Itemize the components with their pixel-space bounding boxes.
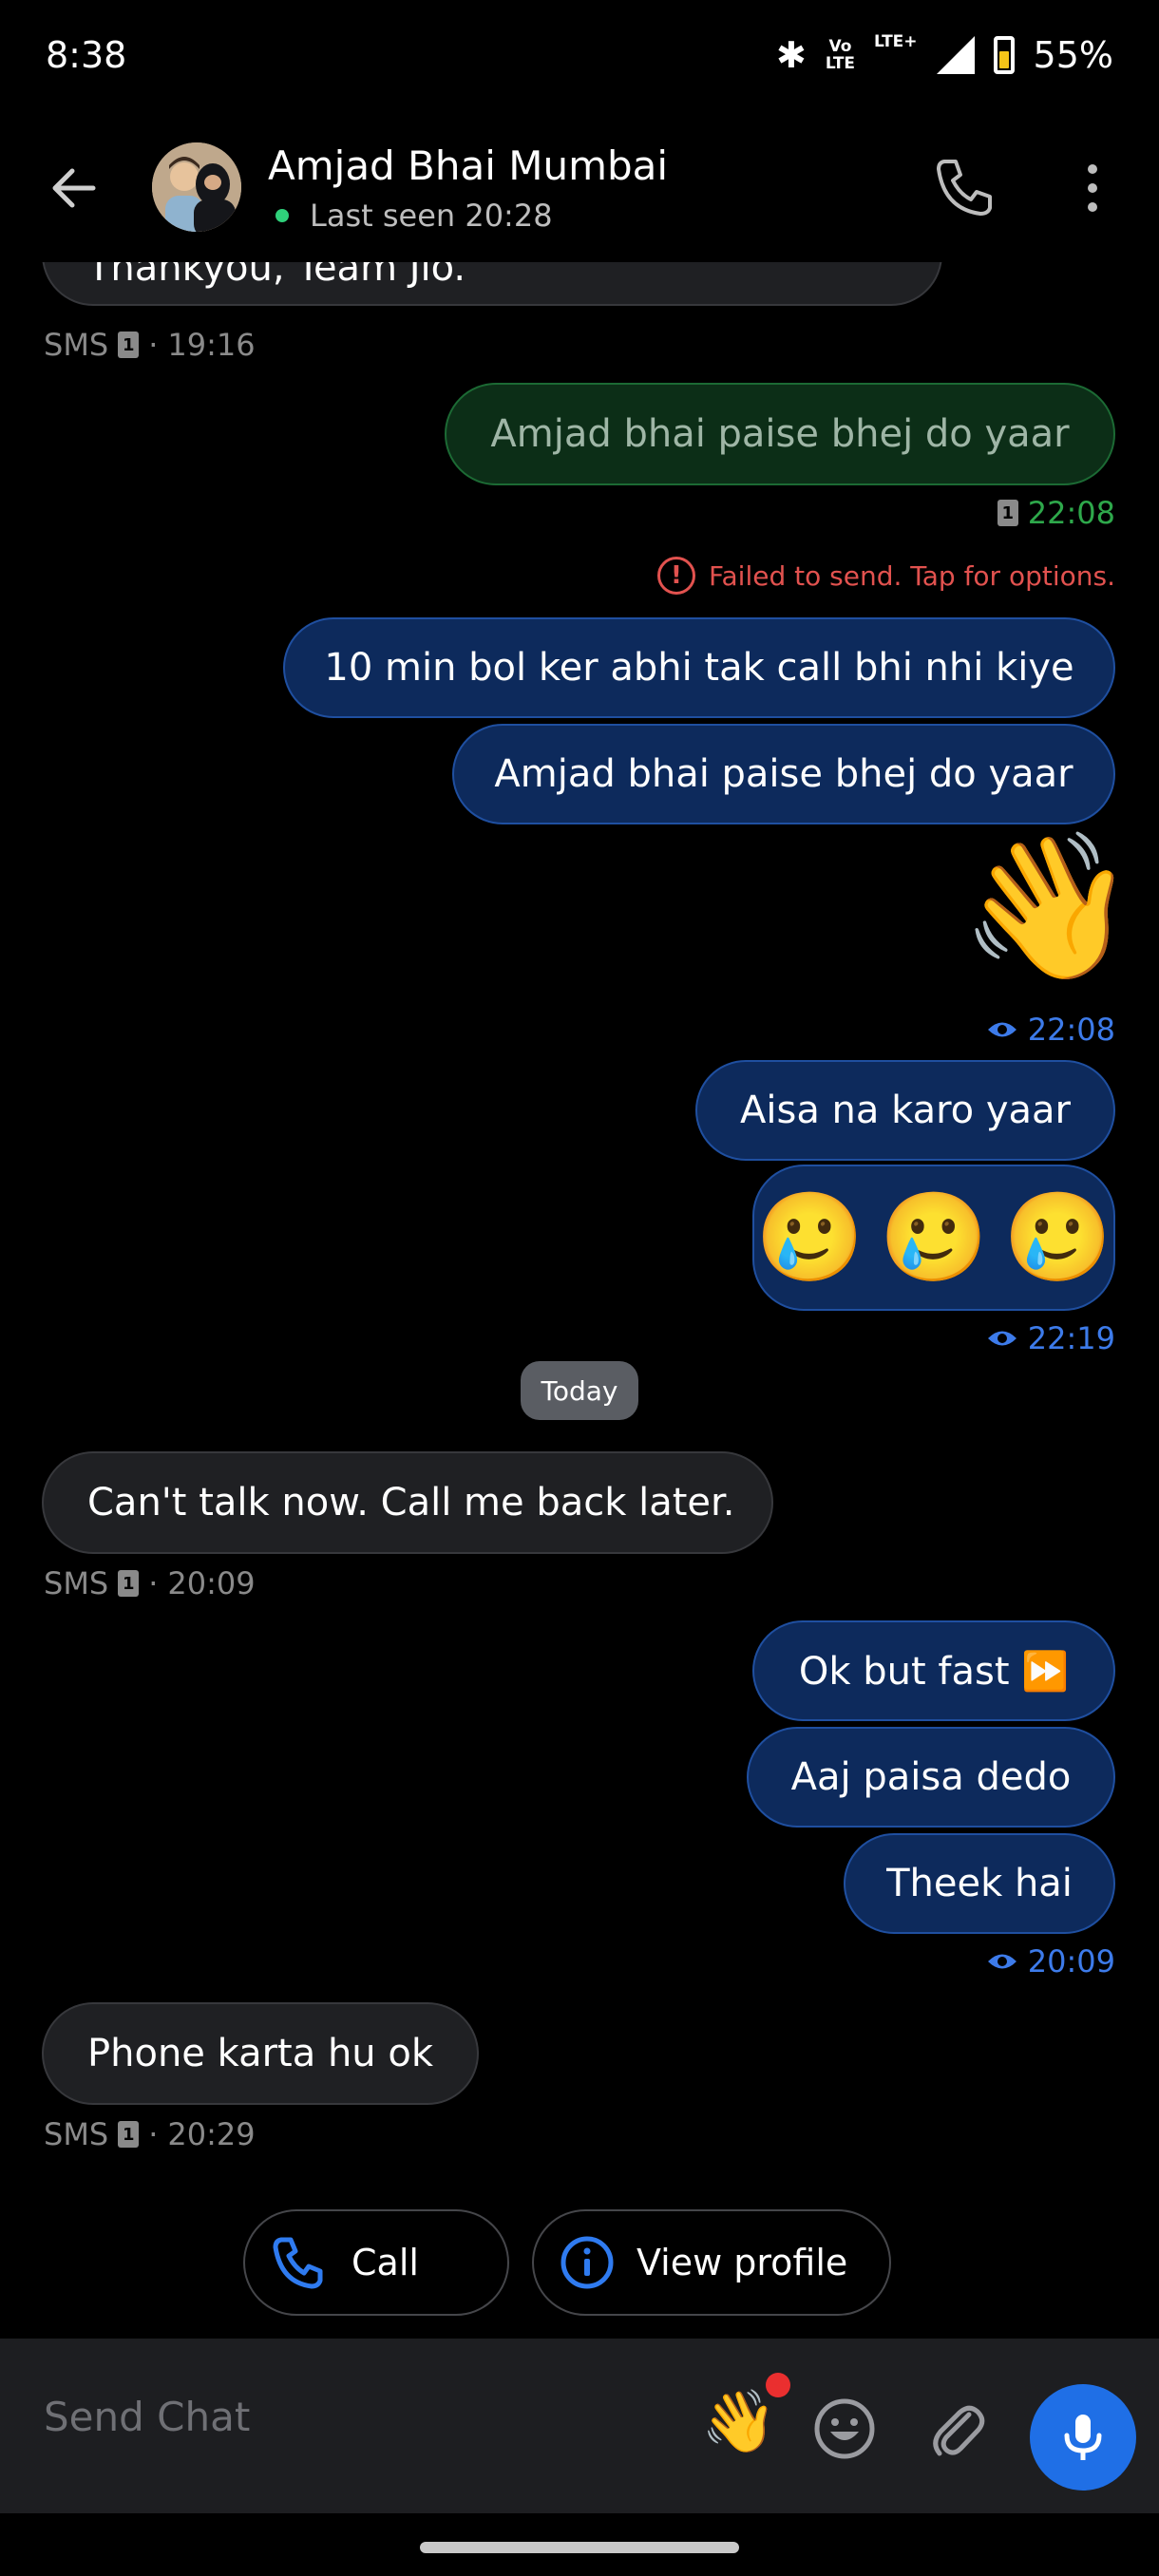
message-text: Thankyou, Team Jio.	[87, 262, 466, 290]
call-label: Call	[352, 2242, 419, 2283]
signal-icon	[936, 36, 975, 74]
incoming-message[interactable]: Thankyou, Team Jio.	[42, 262, 942, 306]
chat-header: Amjad Bhai Mumbai Last seen 20:28	[0, 114, 1159, 262]
message-meta: SMS 1 · 19:16	[44, 327, 256, 363]
outgoing-message[interactable]: Ok but fast ⏩	[752, 1620, 1115, 1721]
view-profile-label: View profile	[636, 2242, 848, 2283]
message-meta: SMS 1 · 20:09	[44, 1565, 256, 1601]
message-time: 20:09	[1027, 1943, 1115, 1979]
incoming-message[interactable]: Can't talk now. Call me back later.	[42, 1451, 773, 1554]
incoming-message[interactable]: Phone karta hu ok	[42, 2002, 479, 2105]
presence-dot	[276, 209, 289, 222]
notification-dot	[766, 2373, 790, 2397]
composer-bar: Send Chat 👋	[0, 2339, 1159, 2513]
status-icons: ✱ Vo LTE LTE+ 55%	[776, 32, 1113, 78]
sms-label: SMS	[44, 2116, 109, 2152]
message-meta: 20:09	[986, 1943, 1115, 1979]
phone-call-icon[interactable]	[931, 154, 998, 220]
contact-name[interactable]: Amjad Bhai Mumbai	[268, 142, 668, 189]
emoji: 🥲	[755, 1186, 864, 1288]
info-icon	[560, 2236, 614, 2289]
view-profile-button[interactable]: View profile	[532, 2209, 891, 2316]
message-time: 22:08	[1027, 1012, 1115, 1048]
message-time: 22:08	[1027, 495, 1115, 531]
sim-icon: 1	[118, 1570, 140, 1597]
sim-icon: 1	[118, 331, 140, 358]
send-failed-notice[interactable]: ! Failed to send. Tap for options.	[656, 557, 1115, 595]
message-text: Phone karta hu ok	[87, 2032, 434, 2075]
battery-icon	[993, 36, 1015, 74]
emoji: 🥲	[1003, 1186, 1112, 1288]
message-meta: 22:08	[986, 1012, 1115, 1048]
seen-eye-icon	[987, 1331, 1016, 1346]
chat-screen: 8:38 ✱ Vo LTE LTE+ 55% Amjad Bhai Mumbai…	[0, 0, 1159, 2576]
message-meta: 22:19	[986, 1320, 1115, 1356]
outgoing-message[interactable]: Amjad bhai paise bhej do yaar	[452, 724, 1115, 824]
message-text: Amjad bhai paise bhej do yaar	[494, 752, 1074, 796]
failed-text: Failed to send. Tap for options.	[708, 559, 1115, 592]
more-options-icon[interactable]	[1074, 160, 1112, 217]
seen-eye-icon	[987, 1022, 1016, 1037]
lte-indicator: LTE+	[874, 32, 918, 51]
voice-record-button[interactable]	[1030, 2384, 1136, 2491]
sms-label: SMS	[44, 1565, 109, 1601]
message-meta: 1 22:08	[997, 495, 1115, 531]
status-time: 8:38	[46, 34, 127, 76]
home-indicator[interactable]	[420, 2542, 739, 2553]
phone-icon	[273, 2237, 323, 2289]
bluetooth-icon: ✱	[775, 34, 807, 76]
message-text: Can't talk now. Call me back later.	[87, 1481, 735, 1525]
message-text: Amjad bhai paise bhej do yaar	[490, 412, 1070, 456]
message-time: 20:09	[167, 1565, 256, 1601]
message-text: Ok but fast ⏩	[798, 1649, 1070, 1694]
message-meta: SMS 1 · 20:29	[44, 2116, 256, 2152]
message-list[interactable]: Thankyou, Team Jio. SMS 1 · 19:16 Amjad …	[0, 262, 1159, 2335]
avatar[interactable]	[152, 142, 241, 232]
message-text: Theek hai	[886, 1862, 1073, 1905]
meta-separator: ·	[148, 327, 159, 363]
failed-message[interactable]: Amjad bhai paise bhej do yaar	[445, 383, 1115, 485]
volte-indicator: Vo LTE	[825, 37, 856, 73]
wave-emoji-message[interactable]: 👋	[960, 836, 1137, 978]
message-text: Aaj paisa dedo	[790, 1755, 1072, 1799]
sms-label: SMS	[44, 327, 109, 363]
emoji: 🥲	[879, 1186, 989, 1288]
outgoing-message[interactable]: Aisa na karo yaar	[695, 1060, 1115, 1161]
status-bar: 8:38 ✱ Vo LTE LTE+ 55%	[0, 0, 1159, 114]
outgoing-message[interactable]: Aaj paisa dedo	[747, 1727, 1115, 1828]
message-time: 19:16	[167, 327, 256, 363]
emoji-picker-icon[interactable]	[813, 2397, 876, 2460]
outgoing-message[interactable]: 10 min bol ker abhi tak call bhi nhi kiy…	[283, 617, 1115, 718]
message-time: 20:29	[167, 2116, 256, 2152]
back-arrow-icon[interactable]	[46, 160, 103, 217]
sim-icon: 1	[997, 500, 1018, 526]
quick-actions: Call View profile	[0, 2209, 1159, 2316]
message-text: Aisa na karo yaar	[740, 1089, 1071, 1132]
emoji-message[interactable]: 🥲 🥲 🥲	[752, 1165, 1115, 1311]
meta-separator: ·	[148, 1565, 159, 1601]
outgoing-message[interactable]: Theek hai	[844, 1833, 1115, 1934]
call-button[interactable]: Call	[243, 2209, 509, 2316]
error-icon: !	[656, 557, 695, 595]
attachment-icon[interactable]	[927, 2396, 986, 2462]
battery-percent: 55%	[1033, 34, 1113, 76]
message-time: 22:19	[1027, 1320, 1115, 1356]
microphone-icon	[1064, 2415, 1102, 2460]
last-seen-status: Last seen 20:28	[310, 198, 553, 234]
seen-eye-icon	[987, 1954, 1016, 1969]
message-input[interactable]: Send Chat	[44, 2394, 250, 2440]
sim-icon: 1	[118, 2121, 140, 2148]
day-divider: Today	[521, 1361, 638, 1420]
wave-emoji-button[interactable]: 👋	[701, 2392, 777, 2453]
meta-separator: ·	[148, 2116, 159, 2152]
message-text: 10 min bol ker abhi tak call bhi nhi kiy…	[324, 646, 1074, 690]
